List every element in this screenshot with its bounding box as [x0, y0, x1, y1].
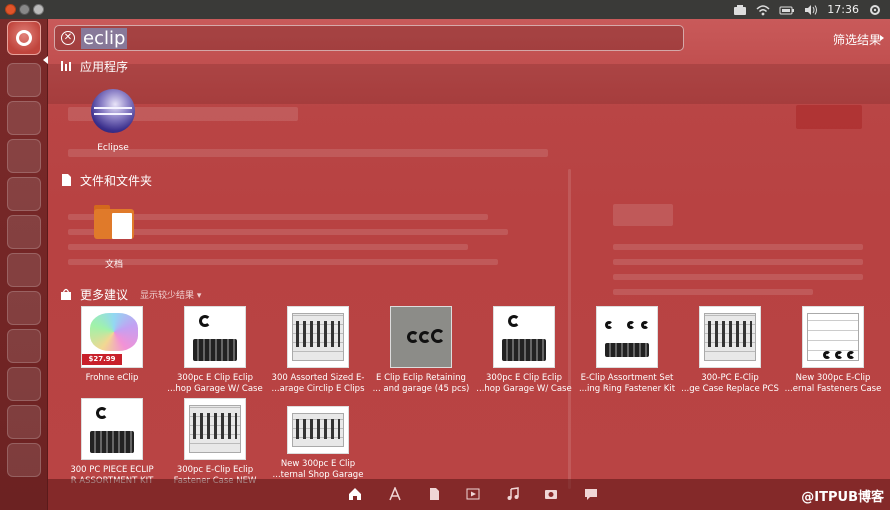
clear-search-icon[interactable]: ✕ — [61, 31, 75, 45]
app-result-eclipse[interactable]: Eclipse — [84, 89, 142, 153]
video-lens-icon[interactable] — [466, 487, 480, 501]
suggestion-subtitle: ...hop Garage W/ Case — [167, 384, 263, 394]
suggestion-title: 300-PC E-Clip — [701, 373, 759, 383]
suggestion-item[interactable]: New 300pc E-Clip ...ernal Fasteners Case — [783, 306, 883, 395]
product-thumbnail — [184, 398, 246, 460]
launcher-item-firefox[interactable] — [7, 101, 41, 135]
filter-results-toggle[interactable]: 筛选结果 — [833, 31, 881, 48]
launcher — [0, 19, 48, 510]
suggestion-item[interactable]: $27.99 Frohne eClip — [62, 306, 162, 384]
wifi-icon[interactable] — [756, 4, 770, 16]
section-header-files: 文件和文件夹 — [60, 172, 152, 188]
suggestion-title: New 300pc E Clip — [280, 459, 356, 469]
suggestion-subtitle: ...arage Circlip E Clips — [271, 384, 365, 394]
section-title: 应用程序 — [80, 59, 129, 74]
suggestion-title: 300 PC PIECE ECLIP — [70, 465, 154, 475]
price-tag: $27.99 — [82, 354, 122, 365]
product-thumbnail — [699, 306, 761, 368]
minimize-window-button[interactable] — [19, 4, 30, 15]
volume-icon[interactable] — [804, 4, 818, 16]
launcher-item-app[interactable] — [7, 405, 41, 439]
system-tray: 17:36 — [733, 0, 882, 19]
suggestion-item[interactable]: 300pc E Clip Eclip ...hop Garage W/ Case — [165, 306, 265, 395]
product-thumbnail — [184, 306, 246, 368]
suggestion-title: 300 Assorted Sized E- — [271, 373, 365, 383]
product-thumbnail — [802, 306, 864, 368]
section-title: 更多建议 — [80, 287, 129, 302]
launcher-item-amazon[interactable] — [7, 253, 41, 287]
eclipse-icon — [91, 89, 135, 133]
suggestion-subtitle: ...ge Case Replace PCS — [681, 384, 779, 394]
suggestion-item[interactable]: 300 Assorted Sized E- ...arage Circlip E… — [268, 306, 368, 395]
suggestion-item[interactable]: 300-PC E-Clip ...ge Case Replace PCS — [680, 306, 780, 395]
suggestion-subtitle: ...hop Garage W/ Case — [476, 384, 572, 394]
section-header-apps: 应用程序 — [60, 58, 128, 74]
folder-icon — [94, 205, 134, 239]
launcher-item-settings[interactable] — [7, 177, 41, 211]
file-result-documents[interactable]: 文档 — [88, 205, 140, 270]
suggestion-title: 300pc E Clip Eclip — [177, 373, 253, 383]
product-thumbnail — [390, 306, 452, 368]
suggestion-subtitle: ...ernal Fasteners Case — [784, 384, 882, 394]
product-thumbnail — [596, 306, 658, 368]
product-thumbnail — [287, 306, 349, 368]
gear-icon[interactable] — [868, 4, 882, 16]
product-thumbnail — [81, 398, 143, 460]
search-input[interactable]: eclip — [81, 28, 128, 49]
music-lens-icon[interactable] — [506, 487, 520, 501]
battery-icon[interactable] — [779, 4, 795, 16]
section-title: 文件和文件夹 — [80, 173, 153, 188]
launcher-item-office[interactable] — [7, 139, 41, 173]
launcher-item-app[interactable] — [7, 329, 41, 363]
top-panel: 17:36 — [0, 0, 890, 19]
keyboard-icon[interactable] — [733, 4, 747, 16]
maximize-window-button[interactable] — [33, 4, 44, 15]
watermark: @ITPUB博客 — [801, 490, 884, 505]
suggestion-title: New 300pc E-Clip — [795, 373, 871, 383]
launcher-item-terminal[interactable] — [7, 291, 41, 325]
apps-lens-icon[interactable] — [388, 487, 402, 501]
shopping-bag-icon — [61, 288, 71, 300]
file-category-icon — [62, 174, 71, 186]
social-lens-icon[interactable] — [584, 487, 598, 501]
active-indicator — [43, 56, 48, 64]
product-thumbnail — [493, 306, 555, 368]
result-label: 文档 — [104, 260, 123, 270]
launcher-item-app[interactable] — [7, 367, 41, 401]
suggestion-title: 300pc E Clip Eclip — [486, 373, 562, 383]
search-query-text: eclip — [81, 28, 128, 49]
show-fewer-results-toggle[interactable]: 显示较少结果 ▾ — [140, 288, 201, 301]
product-thumbnail — [287, 406, 349, 454]
suggestion-title: E-Clip Assortment Set — [580, 373, 674, 383]
photo-lens-icon[interactable] — [544, 487, 558, 501]
dash-home-button[interactable] — [7, 21, 41, 55]
suggestion-item[interactable]: 300pc E Clip Eclip ...hop Garage W/ Case — [474, 306, 574, 395]
files-lens-icon[interactable] — [427, 487, 441, 501]
suggestion-item[interactable]: E-Clip Assortment Set ...ing Ring Fasten… — [577, 306, 677, 395]
clock[interactable]: 17:36 — [827, 3, 859, 16]
lens-bar — [48, 479, 890, 510]
suggestion-item[interactable]: New 300pc E Clip ...ternal Shop Garage — [268, 398, 368, 481]
suggestion-subtitle: ... and garage (45 pcs) — [372, 384, 470, 394]
chevron-right-icon[interactable] — [880, 35, 884, 41]
launcher-item-app[interactable] — [7, 443, 41, 477]
search-bar[interactable]: ✕ eclip — [54, 25, 684, 51]
suggestion-item[interactable]: 300pc E-Clip Eclip Fastener Case NEW — [165, 398, 265, 487]
home-lens-icon[interactable] — [348, 487, 362, 501]
product-thumbnail: $27.99 — [81, 306, 143, 368]
suggestion-title: 300pc E-Clip Eclip — [176, 465, 254, 475]
suggestion-subtitle: ...ing Ring Fastener Kit — [578, 384, 676, 394]
suggestion-title: E Clip Eclip Retaining — [376, 373, 466, 383]
suggestion-item[interactable]: E Clip Eclip Retaining ... and garage (4… — [371, 306, 471, 395]
section-header-more-suggestions: 更多建议 显示较少结果 ▾ — [60, 286, 201, 302]
suggestion-item[interactable]: 300 PC PIECE ECLIP R ASSORTMENT KIT — [62, 398, 162, 487]
launcher-item-files[interactable] — [7, 63, 41, 97]
apps-category-icon — [61, 61, 71, 71]
launcher-item-software[interactable] — [7, 215, 41, 249]
close-window-button[interactable] — [5, 4, 16, 15]
suggestion-title: Frohne eClip — [85, 373, 139, 383]
result-label: Eclipse — [97, 143, 129, 153]
